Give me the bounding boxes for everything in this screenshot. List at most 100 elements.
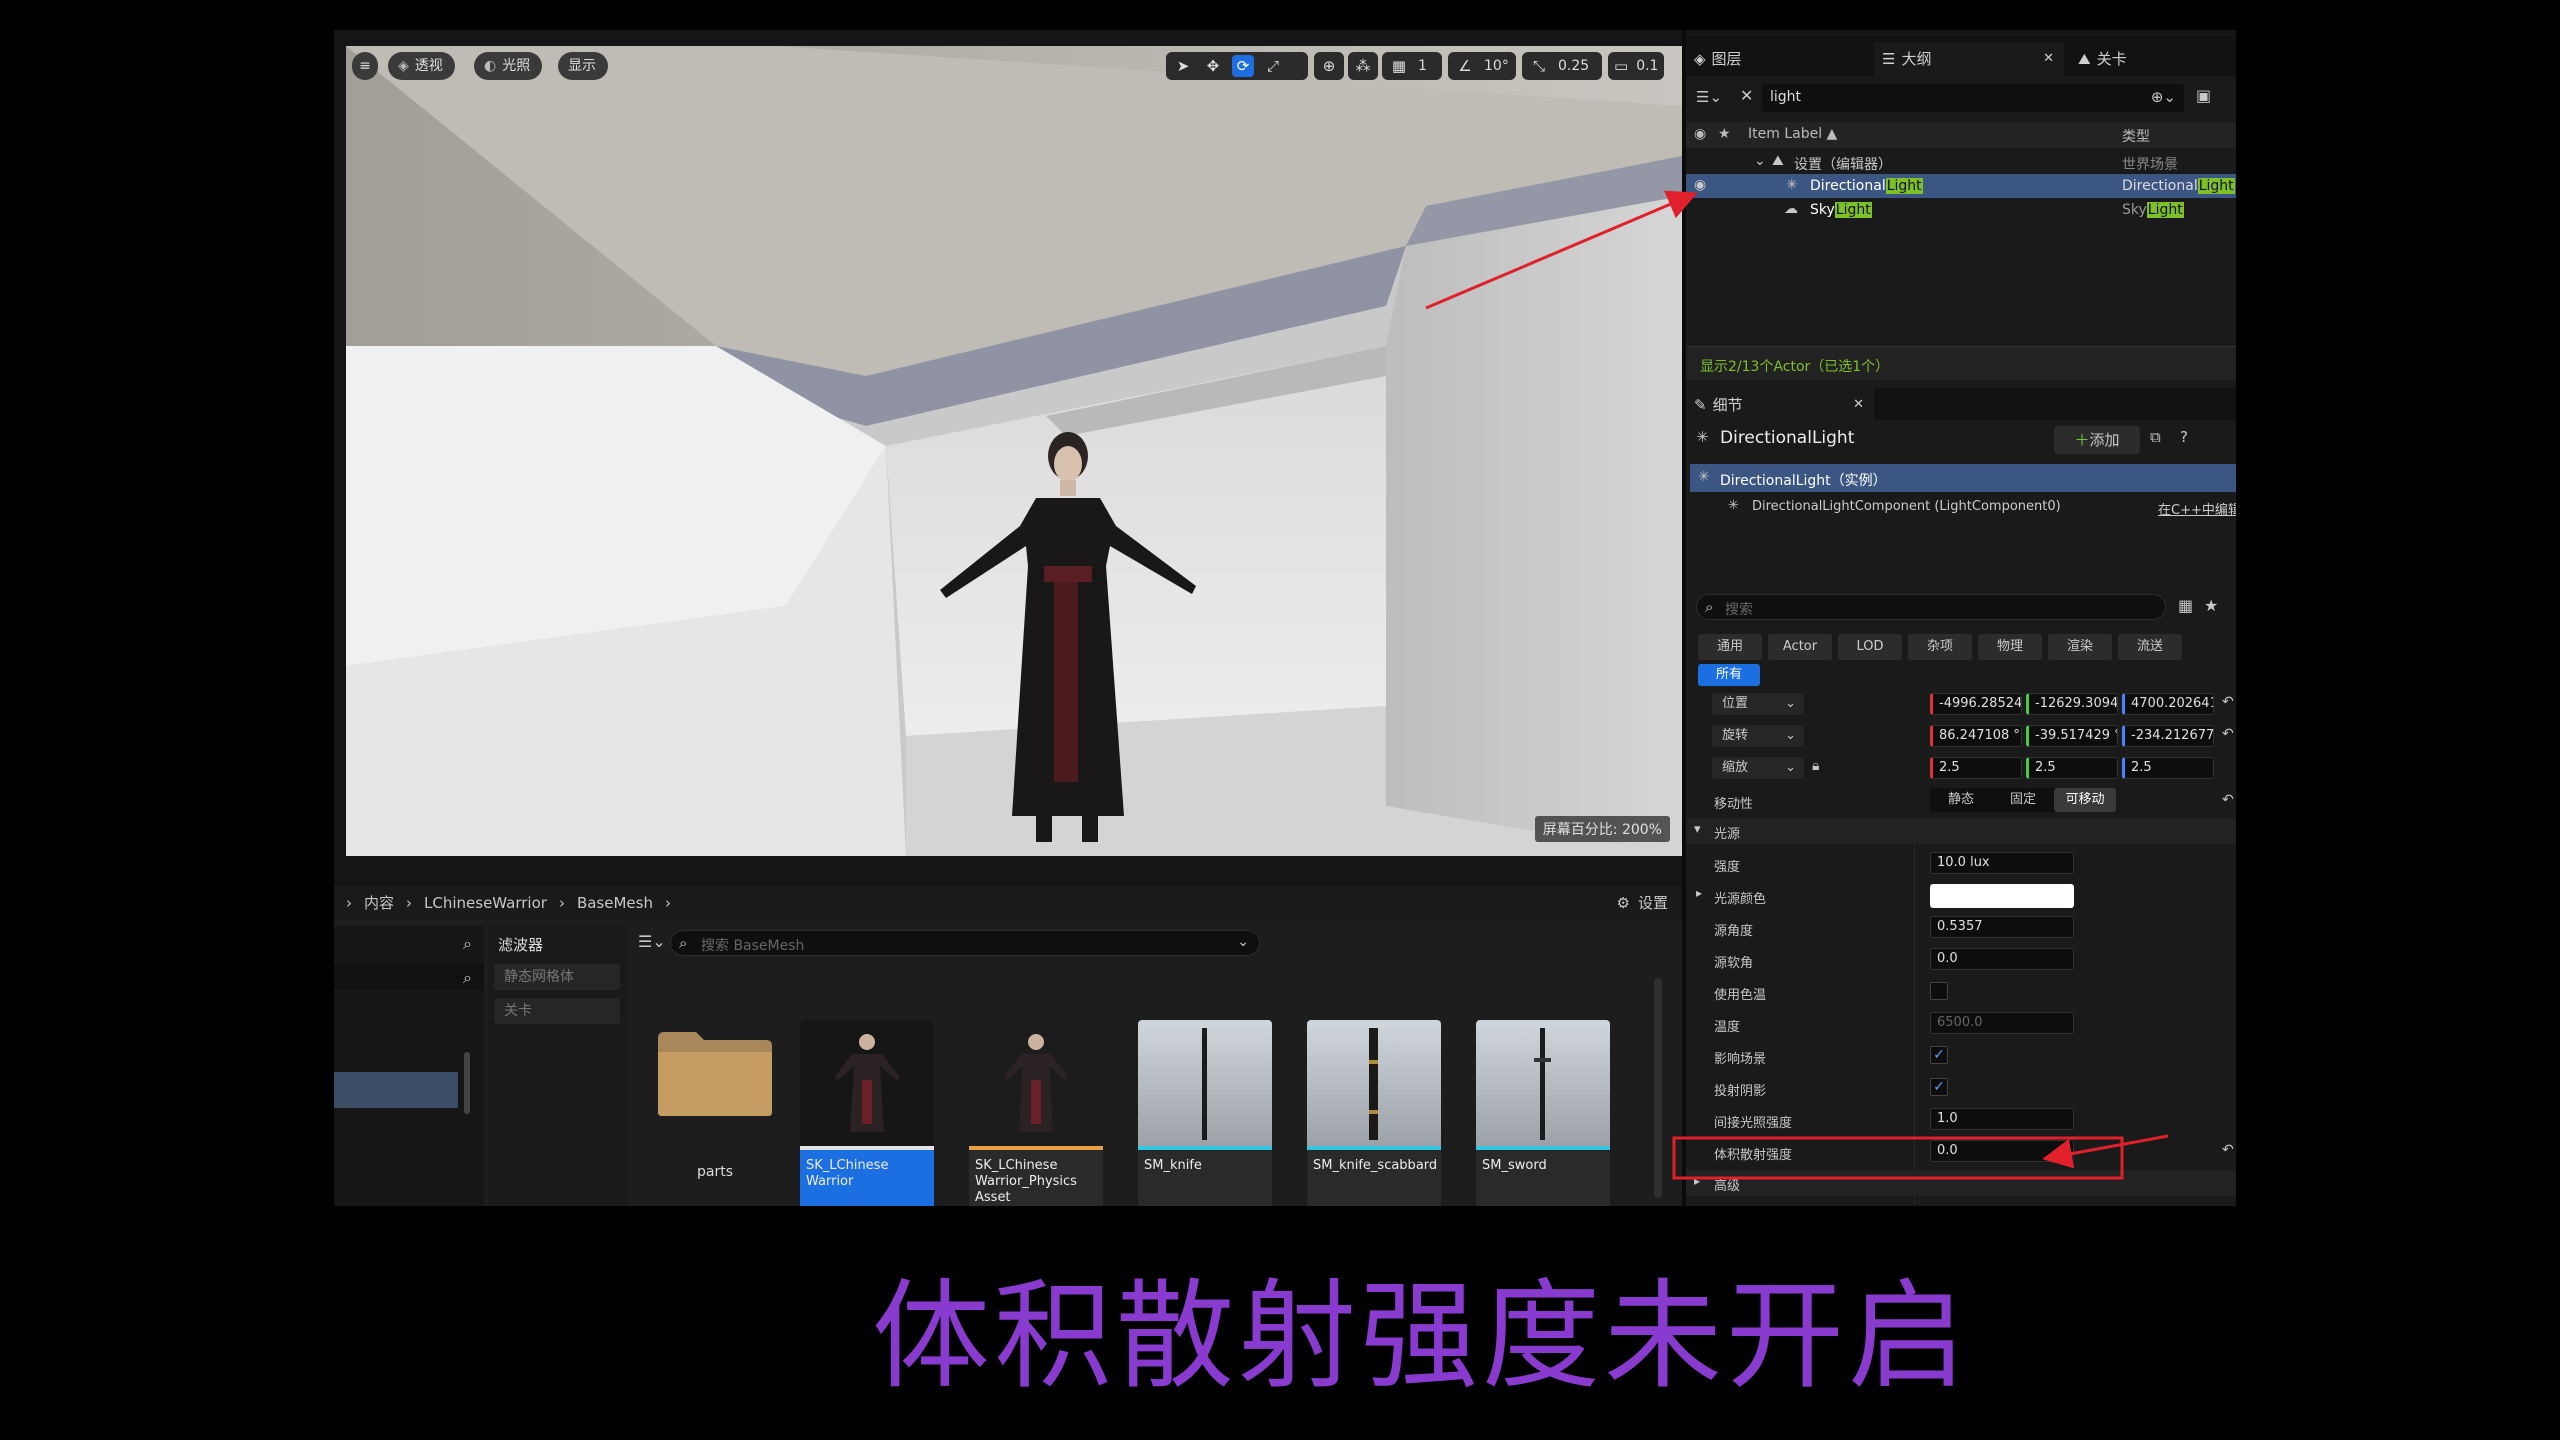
viewport-menu-button[interactable]: ≡ <box>352 52 378 80</box>
edit-in-cpp-link[interactable]: 在C++中编辑 <box>2158 499 2236 518</box>
close-icon[interactable]: ✕ <box>2043 42 2054 76</box>
location-x-field[interactable]: -4996.28524 <box>1930 693 2022 715</box>
filter-item-level[interactable]: 关卡 <box>494 998 620 1024</box>
filter-rendering[interactable]: 渲染 <box>2048 634 2112 660</box>
property-matrix-icon[interactable]: ▦ <box>2178 596 2193 615</box>
clear-search-icon[interactable]: ✕ <box>1740 86 1753 105</box>
asset-scrollbar[interactable] <box>1654 978 1662 1198</box>
asset-tile-sm-sword[interactable]: SM_sword 静态网格体 <box>1476 1020 1610 1206</box>
select-tool-icon[interactable]: ➤ <box>1172 55 1194 77</box>
perspective-button[interactable]: ◈ 透视 <box>388 52 455 80</box>
filter-dropdown-icon[interactable]: ☰⌄ <box>638 932 666 951</box>
filter-item-static-mesh[interactable]: 静态网格体 <box>494 964 620 990</box>
tab-layers[interactable]: ◈ 图层 <box>1686 42 1874 76</box>
location-y-field[interactable]: -12629.3094 <box>2026 693 2118 715</box>
world-space-button[interactable]: ⊕ <box>1314 52 1344 80</box>
source-soft-angle-field[interactable]: 0.0 <box>1930 948 2074 970</box>
selected-folder-row[interactable] <box>334 1072 458 1108</box>
reset-icon[interactable]: ↶ <box>2222 792 2234 808</box>
add-component-button[interactable]: ＋添加 <box>2054 426 2140 454</box>
settings-button[interactable]: ⚙ 设置 <box>1617 886 1668 920</box>
scale-x-field[interactable]: 2.5 <box>1930 757 2022 779</box>
details-actor-name[interactable]: DirectionalLight <box>1720 428 1854 448</box>
scale-dropdown[interactable]: 缩放 ⌄ <box>1712 757 1804 779</box>
details-instance-row[interactable]: ✳ DirectionalLight（实例） <box>1690 464 2236 492</box>
filter-physics[interactable]: 物理 <box>1978 634 2042 660</box>
filter-general[interactable]: 通用 <box>1698 634 1762 660</box>
folder-parts[interactable]: parts <box>648 1020 782 1206</box>
intensity-field[interactable]: 10.0 lux <box>1930 852 2074 874</box>
location-z-field[interactable]: 4700.202641 <box>2122 693 2214 715</box>
filter-all[interactable]: 所有 <box>1698 664 1760 686</box>
item-label-header[interactable]: Item Label ▲ <box>1748 126 1837 142</box>
reset-icon[interactable]: ↶ <box>2222 726 2234 742</box>
visibility-icon[interactable]: ◉ <box>1694 177 1706 193</box>
outliner-search-input[interactable]: light ⊕⌄ <box>1762 84 2184 112</box>
lighting-mode-button[interactable]: ◐ 光照 <box>474 52 543 80</box>
reset-icon[interactable]: ↶ <box>2222 694 2234 710</box>
rotation-dropdown[interactable]: 旋转 ⌄ <box>1712 725 1804 747</box>
show-button[interactable]: 显示 <box>558 52 608 80</box>
affects-world-checkbox[interactable]: ✓ <box>1930 1046 1948 1064</box>
help-icon[interactable]: ? <box>2180 428 2188 446</box>
filter-icon[interactable]: ☰⌄ <box>1696 88 1722 106</box>
use-temperature-checkbox[interactable] <box>1930 982 1948 1000</box>
visibility-icon[interactable]: ◉ <box>1694 126 1706 142</box>
asset-tile-sk-lchinese-warrior[interactable]: SK_LChinese Warrior 骨骼网格体 <box>800 1020 934 1206</box>
tab-details[interactable]: ✎ 细节 ✕ <box>1686 388 1874 422</box>
surface-snap-button[interactable]: ⁂ <box>1348 52 1378 80</box>
mobility-stationary[interactable]: 固定 <box>1992 788 2054 812</box>
indirect-intensity-field[interactable]: 1.0 <box>1930 1108 2074 1130</box>
tab-outliner[interactable]: ☰ 大纲 ✕ <box>1874 42 2064 76</box>
scale-tool-icon[interactable]: ⤢ <box>1262 55 1284 77</box>
outliner-row-settings[interactable]: ⌄ ⛰ 设置（编辑器） 世界场景 <box>1686 150 2236 174</box>
search-icon[interactable]: ⌕ <box>463 934 472 954</box>
blueprint-icon[interactable]: ⧉ <box>2150 428 2161 446</box>
filter-streaming[interactable]: 流送 <box>2118 634 2182 660</box>
volumetric-scattering-field[interactable]: 0.0 <box>1930 1140 2074 1162</box>
rotation-x-field[interactable]: 86.247108 ° <box>1930 725 2022 747</box>
move-tool-icon[interactable]: ✥ <box>1202 55 1224 77</box>
scale-z-field[interactable]: 2.5 <box>2122 757 2214 779</box>
scale-snap-button[interactable]: ⤡ 0.25 <box>1522 52 1602 80</box>
tab-level[interactable]: ⛰ 关卡 <box>2070 42 2236 76</box>
reset-icon[interactable]: ↶ <box>2222 1142 2234 1158</box>
asset-tile-sm-knife-scabbard[interactable]: SM_knife_scabbard 静态网格体 <box>1307 1020 1441 1206</box>
breadcrumb-item-content[interactable]: 内容 <box>364 886 394 920</box>
star-icon[interactable]: ★ <box>2204 596 2218 615</box>
search-icon[interactable]: ⌕ <box>463 968 472 988</box>
filter-lod[interactable]: LOD <box>1838 634 1902 660</box>
filter-misc[interactable]: 杂项 <box>1908 634 1972 660</box>
level-viewport[interactable]: ≡ ◈ 透视 ◐ 光照 显示 ➤ ✥ ⟳ ⤢ ⊕ ⁂ ▦ 1 ∠ 10° ⤡ 0.25 ▭… <box>346 46 1682 856</box>
asset-search-input[interactable]: ⌕ 搜索 BaseMesh ⌄ <box>670 930 1260 956</box>
asset-tile-physics-asset[interactable]: SK_LChinese Warrior_Physics Asset 物理资产 <box>969 1020 1103 1206</box>
advanced-section-header[interactable]: ▸ 高级 <box>1686 1170 2236 1196</box>
lock-icon[interactable]: 🔒︎ <box>1812 758 1819 774</box>
rotation-z-field[interactable]: -234.212677 <box>2122 725 2214 747</box>
star-icon[interactable]: ★ <box>1718 126 1731 142</box>
source-angle-field[interactable]: 0.5357 <box>1930 916 2074 938</box>
scale-y-field[interactable]: 2.5 <box>2026 757 2118 779</box>
new-folder-icon[interactable]: ▣ <box>2196 86 2211 105</box>
light-color-swatch[interactable] <box>1930 884 2074 908</box>
rotate-tool-icon[interactable]: ⟳ <box>1232 55 1254 77</box>
add-filter-icon[interactable]: ⊕⌄ <box>2151 88 2176 106</box>
light-section-header[interactable]: ▾ 光源 <box>1686 818 2236 844</box>
expand-arrow-icon[interactable]: ▸ <box>1696 886 1702 900</box>
details-component-row[interactable]: ✳ DirectionalLightComponent (LightCompon… <box>1690 494 2236 520</box>
location-dropdown[interactable]: 位置 ⌄ <box>1712 693 1804 715</box>
sources-search[interactable] <box>334 964 484 990</box>
expand-arrow-icon[interactable]: ⌄ <box>1754 153 1766 169</box>
outliner-row-sky-light[interactable]: ☁ SkyLight SkyLight <box>1686 198 2236 222</box>
details-search-input[interactable]: ⌕ 搜索 <box>1696 594 2166 620</box>
sources-scrollbar[interactable] <box>464 1052 470 1114</box>
cast-shadows-checkbox[interactable]: ✓ <box>1930 1078 1948 1096</box>
filter-actor[interactable]: Actor <box>1768 634 1832 660</box>
mobility-movable[interactable]: 可移动 <box>2054 788 2116 812</box>
outliner-row-directional-light[interactable]: ◉ ✳ DirectionalLight DirectionalLight <box>1686 174 2236 198</box>
mobility-static[interactable]: 静态 <box>1930 788 1992 812</box>
rotation-y-field[interactable]: -39.517429 ° <box>2026 725 2118 747</box>
close-icon[interactable]: ✕ <box>1853 388 1864 422</box>
type-header[interactable]: 类型 <box>2122 126 2150 146</box>
camera-speed-button[interactable]: ▭ 0.1 <box>1608 52 1664 80</box>
